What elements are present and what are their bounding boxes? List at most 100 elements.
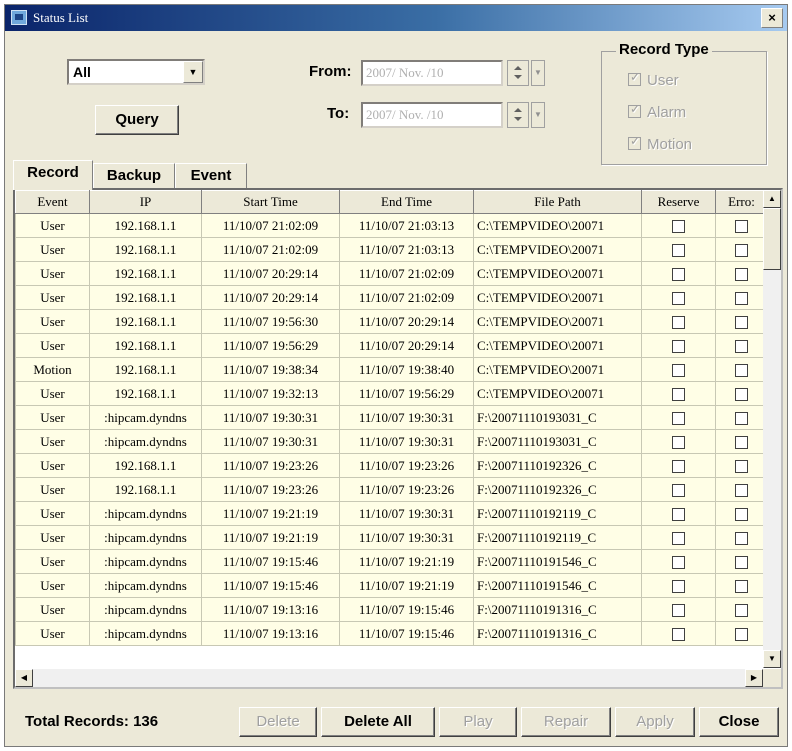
table-row[interactable]: User 192.168.1.1 11/10/07 19:23:26 11/10/07… <box>15 477 768 502</box>
table-cell: 11/10/07 19:23:26 <box>201 453 340 478</box>
scroll-right-icon[interactable]: ▶ <box>745 669 763 687</box>
vertical-scrollbar[interactable]: ▲ ▼ <box>763 190 781 668</box>
table-cell: User <box>15 237 90 262</box>
table-row[interactable]: User 192.168.1.1 11/10/07 19:32:13 11/10/07… <box>15 381 768 406</box>
reserve-checkbox[interactable] <box>672 316 685 330</box>
reserve-checkbox[interactable] <box>672 556 685 570</box>
table-row[interactable]: User:hipcam.dyndns 11/10/07 19:21:19 11/10… <box>15 501 768 526</box>
error-checkbox[interactable] <box>735 508 748 522</box>
error-checkbox[interactable] <box>735 388 748 402</box>
column-header[interactable]: Start Time <box>201 190 340 214</box>
table-row[interactable]: User:hipcam.dyndns 11/10/07 19:30:31 11/10… <box>15 405 768 430</box>
reserve-checkbox[interactable] <box>672 292 685 306</box>
checkbox-user[interactable]: User <box>628 70 679 89</box>
error-checkbox[interactable] <box>735 556 748 570</box>
checkbox-motion[interactable]: Motion <box>628 134 692 153</box>
reserve-checkbox[interactable] <box>672 364 685 378</box>
table-cell: 11/10/07 19:15:46 <box>201 549 340 574</box>
from-date-field[interactable]: 2007/ Nov. /10 <box>361 60 503 86</box>
table-row[interactable]: User:hipcam.dyndns 11/10/07 19:15:46 11/10… <box>15 549 768 574</box>
error-checkbox[interactable] <box>735 268 748 282</box>
to-date-dropdown-icon[interactable]: ▼ <box>531 102 545 128</box>
table-row[interactable]: User 192.168.1.1 11/10/07 21:02:09 11/10/07… <box>15 213 768 238</box>
to-date-spinner[interactable] <box>507 102 529 128</box>
query-button[interactable]: Query <box>95 105 179 135</box>
table-cell <box>641 549 716 574</box>
error-checkbox[interactable] <box>735 316 748 330</box>
error-checkbox[interactable] <box>735 292 748 306</box>
reserve-checkbox[interactable] <box>672 388 685 402</box>
table-row[interactable]: User:hipcam.dyndns 11/10/07 19:30:31 11/10… <box>15 429 768 454</box>
table-row[interactable]: User:hipcam.dyndns 11/10/07 19:13:16 11/10… <box>15 597 768 622</box>
event-filter-select[interactable]: All ▼ <box>67 59 205 85</box>
column-header[interactable]: End Time <box>339 190 474 214</box>
reserve-checkbox[interactable] <box>672 220 685 234</box>
error-checkbox[interactable] <box>735 628 748 642</box>
table-row[interactable]: User 192.168.1.1 11/10/07 19:23:26 11/10/07… <box>15 453 768 478</box>
tab-event[interactable]: Event <box>175 163 247 189</box>
column-header[interactable]: Reserve <box>641 190 716 214</box>
error-checkbox[interactable] <box>735 220 748 234</box>
column-header[interactable]: File Path <box>473 190 642 214</box>
error-checkbox[interactable] <box>735 532 748 546</box>
close-window-button[interactable]: × <box>761 8 783 28</box>
tab-backup[interactable]: Backup <box>93 163 175 189</box>
delete-button[interactable]: Delete <box>239 707 317 737</box>
repair-button[interactable]: Repair <box>521 707 611 737</box>
title-bar[interactable]: Status List × <box>5 5 787 31</box>
chevron-down-icon[interactable]: ▼ <box>183 61 203 83</box>
scroll-left-icon[interactable]: ◀ <box>15 669 33 687</box>
reserve-checkbox[interactable] <box>672 460 685 474</box>
table-cell <box>641 573 716 598</box>
checkbox-alarm[interactable]: Alarm <box>628 102 686 121</box>
table-row[interactable]: Motion 192.168.1.1 11/10/07 19:38:34 11/10/… <box>15 357 768 382</box>
reserve-checkbox[interactable] <box>672 412 685 426</box>
from-date-spinner[interactable] <box>507 60 529 86</box>
reserve-checkbox[interactable] <box>672 436 685 450</box>
table-cell: C:\TEMPVIDEO\20071 <box>473 333 642 358</box>
reserve-checkbox[interactable] <box>672 604 685 618</box>
from-date-dropdown-icon[interactable]: ▼ <box>531 60 545 86</box>
column-header[interactable]: IP <box>89 190 202 214</box>
error-checkbox[interactable] <box>735 340 748 354</box>
error-checkbox[interactable] <box>735 364 748 378</box>
error-checkbox[interactable] <box>735 244 748 258</box>
error-checkbox[interactable] <box>735 412 748 426</box>
apply-button[interactable]: Apply <box>615 707 695 737</box>
table-row[interactable]: User 192.168.1.1 11/10/07 21:02:09 11/10/07… <box>15 237 768 262</box>
table-row[interactable]: User:hipcam.dyndns 11/10/07 19:13:16 11/10… <box>15 621 768 646</box>
reserve-checkbox[interactable] <box>672 580 685 594</box>
error-checkbox[interactable] <box>735 604 748 618</box>
error-checkbox[interactable] <box>735 436 748 450</box>
table-row[interactable]: User 192.168.1.1 11/10/07 20:29:14 11/10/07… <box>15 285 768 310</box>
to-date-field[interactable]: 2007/ Nov. /10 <box>361 102 503 128</box>
tab-record[interactable]: Record <box>13 160 93 190</box>
table-cell: 11/10/07 19:30:31 <box>339 429 474 454</box>
error-checkbox[interactable] <box>735 580 748 594</box>
error-checkbox[interactable] <box>735 484 748 498</box>
scroll-down-icon[interactable]: ▼ <box>763 650 781 668</box>
reserve-checkbox[interactable] <box>672 484 685 498</box>
table-row[interactable]: User:hipcam.dyndns 11/10/07 19:21:19 11/10… <box>15 525 768 550</box>
play-button[interactable]: Play <box>439 707 517 737</box>
scroll-up-icon[interactable]: ▲ <box>763 190 781 208</box>
delete-all-button[interactable]: Delete All <box>321 707 435 737</box>
reserve-checkbox[interactable] <box>672 532 685 546</box>
table-row[interactable]: User:hipcam.dyndns 11/10/07 19:15:46 11/10… <box>15 573 768 598</box>
reserve-checkbox[interactable] <box>672 508 685 522</box>
table-row[interactable]: User 192.168.1.1 11/10/07 19:56:29 11/10/07… <box>15 333 768 358</box>
error-checkbox[interactable] <box>735 460 748 474</box>
horizontal-scrollbar[interactable]: ◀ ▶ <box>15 669 763 687</box>
close-button[interactable]: Close <box>699 707 779 737</box>
vertical-scroll-thumb[interactable] <box>763 208 781 270</box>
reserve-checkbox[interactable] <box>672 340 685 354</box>
reserve-checkbox[interactable] <box>672 628 685 642</box>
table-cell: F:\20071110193031_C <box>473 429 642 454</box>
table-row[interactable]: User 192.168.1.1 11/10/07 19:56:30 11/10/07… <box>15 309 768 334</box>
table-row[interactable]: User 192.168.1.1 11/10/07 20:29:14 11/10/07… <box>15 261 768 286</box>
reserve-checkbox[interactable] <box>672 244 685 258</box>
column-header[interactable]: Erro: <box>715 190 768 214</box>
column-header[interactable]: Event <box>15 190 90 214</box>
table-cell: 11/10/07 19:21:19 <box>201 501 340 526</box>
reserve-checkbox[interactable] <box>672 268 685 282</box>
